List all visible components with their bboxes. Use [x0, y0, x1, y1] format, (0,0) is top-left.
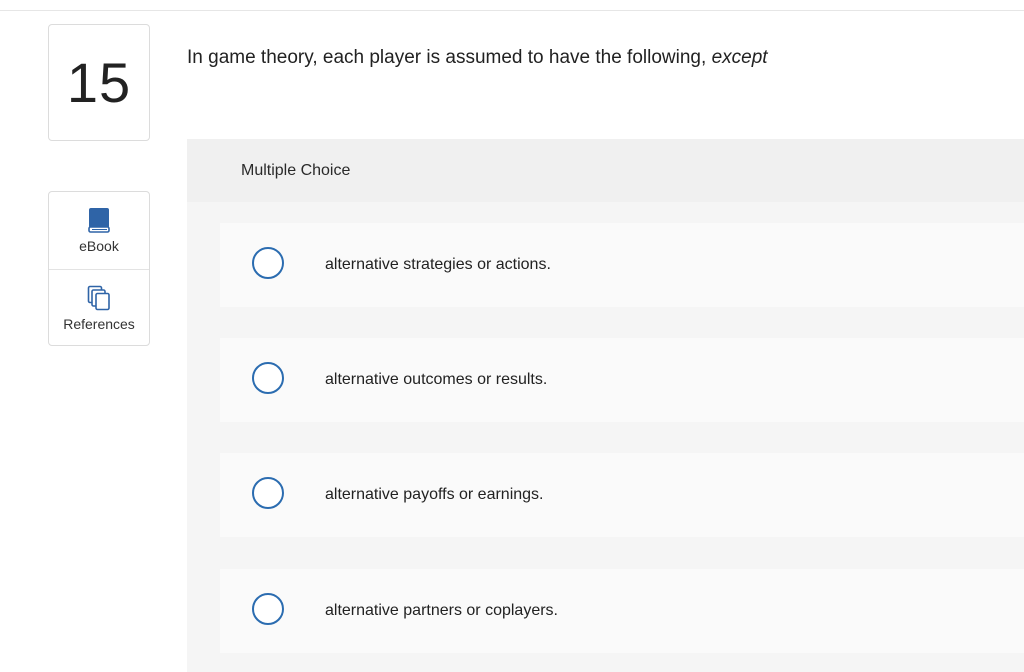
question-number-box: 15	[48, 24, 150, 141]
question-prompt-emphasis: except	[711, 47, 768, 68]
answer-option-text: alternative outcomes or results.	[325, 371, 548, 388]
radio-button[interactable]	[252, 477, 284, 509]
radio-button[interactable]	[252, 362, 284, 394]
top-divider	[0, 10, 1024, 11]
tools-panel: eBook References	[48, 191, 150, 346]
ebook-label: eBook	[79, 238, 119, 254]
answer-option-2[interactable]: alternative outcomes or results.	[220, 338, 1024, 422]
multiple-choice-header: Multiple Choice	[187, 139, 1024, 202]
radio-button[interactable]	[252, 247, 284, 279]
references-icon	[87, 285, 110, 311]
answer-option-4[interactable]: alternative partners or coplayers.	[220, 569, 1024, 653]
ebook-button[interactable]: eBook	[49, 192, 149, 269]
question-prompt-text: In game theory, each player is assumed t…	[187, 47, 707, 68]
answer-option-text: alternative partners or coplayers.	[325, 602, 558, 619]
radio-button[interactable]	[252, 593, 284, 625]
multiple-choice-panel: Multiple Choice alternative strategies o…	[187, 139, 1024, 672]
book-icon	[88, 208, 110, 233]
question-number: 15	[66, 51, 132, 114]
question-prompt: In game theory, each player is assumed t…	[187, 47, 768, 69]
answer-option-text: alternative payoffs or earnings.	[325, 486, 544, 503]
references-label: References	[63, 316, 135, 332]
answer-option-text: alternative strategies or actions.	[325, 256, 551, 273]
answer-option-3[interactable]: alternative payoffs or earnings.	[220, 453, 1024, 537]
answer-option-1[interactable]: alternative strategies or actions.	[220, 223, 1024, 307]
references-button[interactable]: References	[49, 269, 149, 347]
